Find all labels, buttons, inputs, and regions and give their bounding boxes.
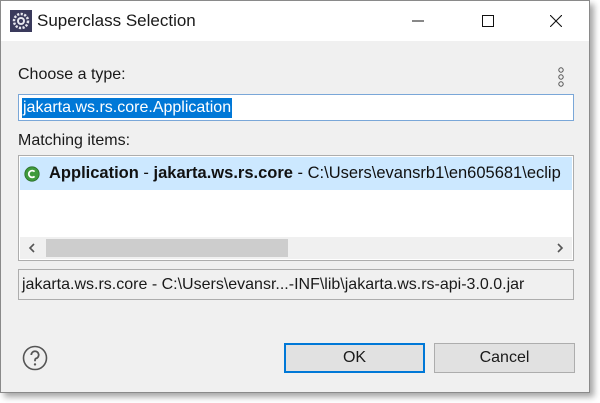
chevron-right-icon bbox=[557, 243, 564, 253]
list-item-path: C:\Users\evansrb1\en605681\eclip bbox=[307, 164, 561, 182]
view-menu-icon[interactable] bbox=[556, 66, 566, 88]
choose-type-label: Choose a type: bbox=[18, 66, 126, 83]
type-search-input[interactable]: jakarta.ws.rs.core.Application bbox=[18, 94, 574, 121]
window-title: Superclass Selection bbox=[37, 11, 196, 30]
cancel-button[interactable]: Cancel bbox=[434, 343, 575, 373]
search-input-value: jakarta.ws.rs.core.Application bbox=[22, 97, 233, 118]
title-bar[interactable]: Superclass Selection bbox=[1, 1, 589, 41]
list-item[interactable]: Application - jakarta.ws.rs.core - C:\Us… bbox=[20, 157, 572, 190]
scroll-left-button[interactable] bbox=[20, 237, 44, 259]
selection-details: jakarta.ws.rs.core - C:\Users\evansr...-… bbox=[18, 269, 574, 300]
eclipse-gear-icon bbox=[10, 10, 32, 32]
list-item-separator: - bbox=[138, 164, 154, 182]
matching-items-list[interactable]: Application - jakarta.ws.rs.core - C:\Us… bbox=[18, 155, 574, 261]
minimize-icon bbox=[412, 20, 424, 22]
list-item-text: Application - jakarta.ws.rs.core - C:\Us… bbox=[49, 164, 561, 183]
scrollbar-thumb[interactable] bbox=[46, 239, 288, 257]
maximize-button[interactable] bbox=[465, 1, 511, 41]
help-icon[interactable] bbox=[22, 345, 48, 371]
list-item-package: jakarta.ws.rs.core bbox=[153, 164, 293, 182]
scroll-right-button[interactable] bbox=[548, 237, 572, 259]
class-icon bbox=[24, 165, 40, 182]
matching-items-label: Matching items: bbox=[18, 132, 131, 149]
close-button[interactable] bbox=[533, 1, 579, 41]
maximize-icon bbox=[482, 15, 494, 27]
list-item-class-name: Application bbox=[49, 164, 139, 182]
chevron-left-icon bbox=[28, 243, 35, 253]
list-item-separator: - bbox=[292, 164, 308, 182]
close-icon bbox=[550, 15, 562, 27]
horizontal-scrollbar[interactable] bbox=[20, 237, 572, 259]
minimize-button[interactable] bbox=[395, 1, 441, 41]
superclass-selection-dialog: Superclass Selection Choose a type: jaka… bbox=[0, 0, 590, 393]
ok-button[interactable]: OK bbox=[284, 343, 425, 373]
